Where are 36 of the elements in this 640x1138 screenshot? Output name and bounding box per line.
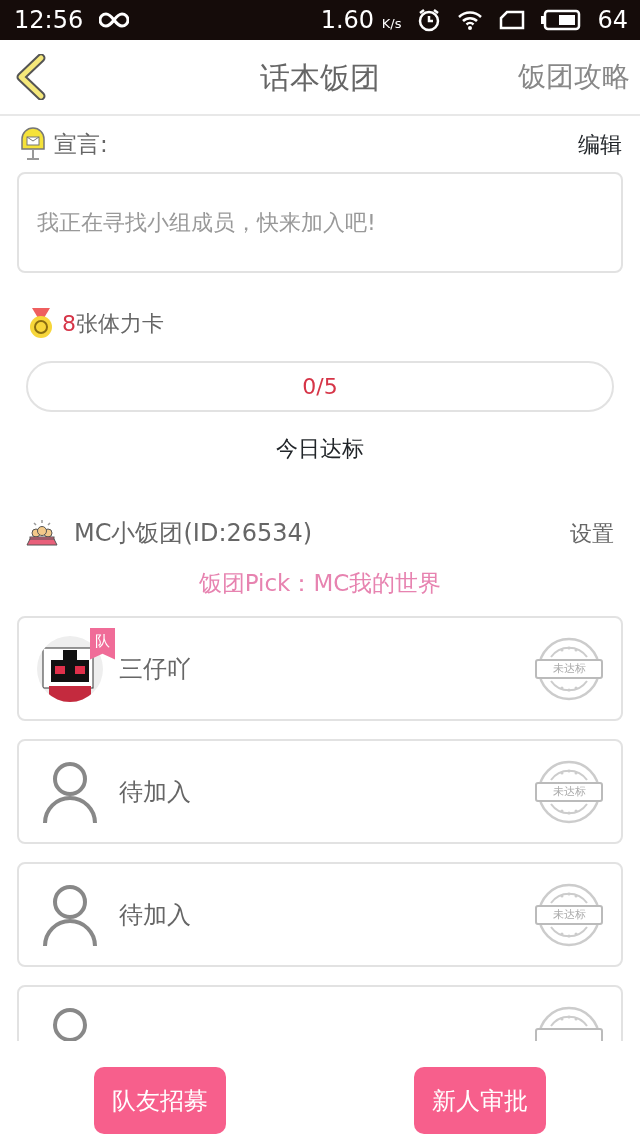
speed-unit: K/s bbox=[381, 16, 402, 31]
progress-reading: 0/5 bbox=[302, 373, 338, 401]
edit-link[interactable]: 编辑 bbox=[578, 127, 622, 161]
action-button[interactable]: 队友招募 bbox=[94, 1067, 226, 1134]
daily-goal-label: 今日达标 bbox=[276, 436, 364, 461]
team-icon bbox=[26, 519, 58, 547]
member-name: 待加入 bbox=[119, 899, 191, 931]
sim-icon bbox=[499, 10, 526, 30]
network-speed: 1.60 bbox=[320, 6, 375, 34]
action-button[interactable]: 新人审批 bbox=[414, 1067, 546, 1134]
stamp-label: 未达标 bbox=[535, 904, 603, 925]
alarm-icon bbox=[417, 8, 442, 32]
infinity-icon bbox=[99, 12, 130, 28]
member-card[interactable]: 待加入 未达标 bbox=[17, 739, 623, 844]
battery-icon bbox=[541, 9, 582, 31]
member-card[interactable]: 待加入 未达标 bbox=[17, 862, 623, 967]
wifi-icon bbox=[457, 9, 484, 31]
group-pick: 饭团Pick：MC我的世界 bbox=[198, 570, 442, 596]
status-time: 12:56 bbox=[14, 5, 84, 36]
member-name: 待加入 bbox=[119, 776, 191, 808]
group-name: MC小饭团(ID:26534) bbox=[74, 518, 313, 549]
stamp-label: 未达标 bbox=[535, 658, 603, 679]
back-icon[interactable] bbox=[14, 54, 48, 100]
declaration-field[interactable]: 我正在寻找小组成员，快来加入吧! bbox=[17, 172, 623, 273]
settings-link[interactable]: 设置 bbox=[570, 516, 614, 550]
stamp-label: 未达标 bbox=[535, 781, 603, 802]
mailbox-icon bbox=[20, 127, 46, 161]
member-name: 三仔吖 bbox=[119, 653, 191, 685]
guide-link[interactable]: 饭团攻略 bbox=[518, 56, 630, 98]
medal-icon bbox=[28, 307, 54, 339]
leader-badge: 队 bbox=[90, 627, 115, 660]
declaration-label: 宣言: bbox=[54, 129, 108, 159]
stamina-cards: 8张体力卡 bbox=[62, 306, 164, 340]
member-card[interactable]: 队 三仔吖 未达标 bbox=[17, 616, 623, 721]
battery-level: 64 bbox=[597, 5, 628, 36]
page-title: 话本饭团 bbox=[260, 58, 380, 97]
